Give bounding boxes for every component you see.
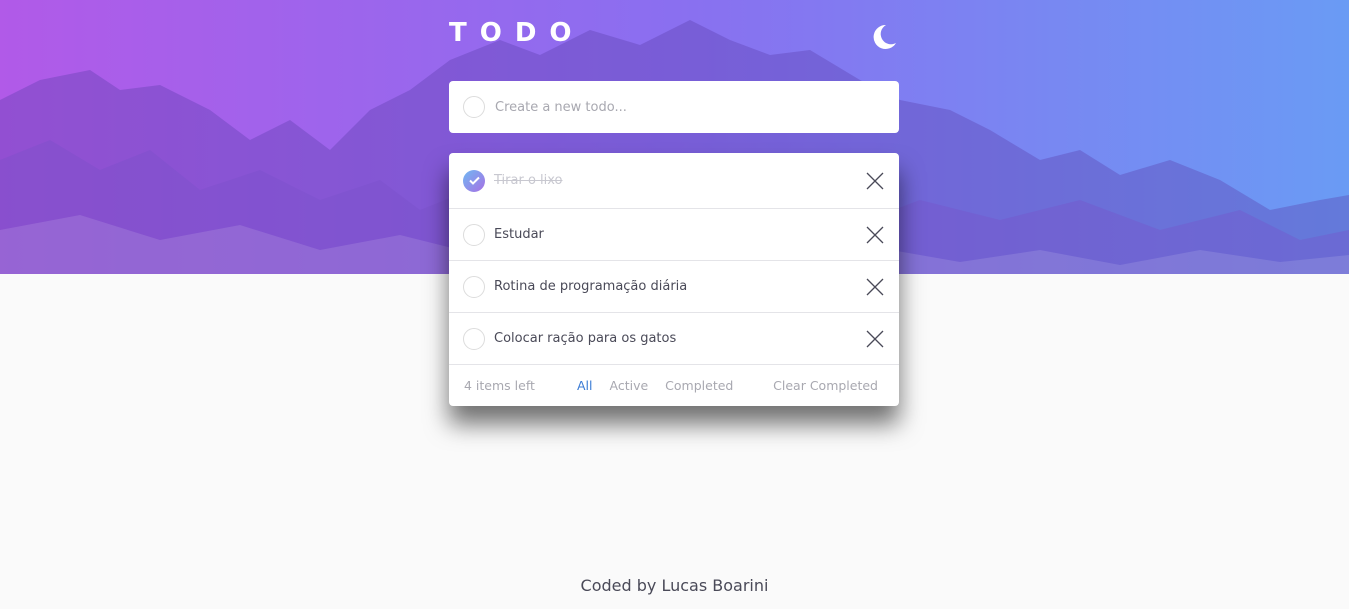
todo-text[interactable]: Rotina de programação diária (494, 279, 687, 294)
todo-checkbox[interactable] (463, 223, 485, 246)
todo-item: Tirar o lixo (449, 153, 899, 209)
moon-icon (873, 24, 896, 49)
delete-icon[interactable] (865, 329, 885, 349)
delete-icon[interactable] (865, 171, 885, 191)
new-todo-bar (449, 81, 899, 133)
todo-checkbox[interactable] (463, 327, 485, 350)
todo-checkbox[interactable] (463, 275, 485, 298)
todo-checkbox[interactable] (463, 169, 485, 192)
filter-active[interactable]: Active (610, 378, 649, 393)
todo-text[interactable]: Estudar (494, 227, 544, 242)
delete-icon[interactable] (865, 225, 885, 245)
filter-completed[interactable]: Completed (665, 378, 733, 393)
todo-text[interactable]: Tirar o lixo (494, 173, 563, 188)
todo-list: Tirar o lixo Estudar Rotina de programaç… (449, 153, 899, 406)
theme-toggle-button[interactable] (869, 22, 899, 52)
new-todo-check-circle[interactable] (463, 96, 485, 118)
items-left-count: 4 items left (464, 377, 535, 393)
clear-completed-button[interactable]: Clear Completed (773, 378, 878, 393)
todo-text[interactable]: Colocar ração para os gatos (494, 331, 676, 346)
new-todo-input[interactable] (495, 92, 875, 122)
delete-icon[interactable] (865, 277, 885, 297)
list-footer: 4 items left All Active Completed Clear … (449, 365, 899, 405)
app-title: TODO (449, 18, 585, 48)
todo-item: Colocar ração para os gatos (449, 313, 899, 365)
todo-item: Estudar (449, 209, 899, 261)
todo-item: Rotina de programação diária (449, 261, 899, 313)
check-icon (468, 176, 480, 185)
credit-text: Coded by Lucas Boarini (580, 576, 769, 595)
filter-all[interactable]: All (577, 378, 593, 393)
